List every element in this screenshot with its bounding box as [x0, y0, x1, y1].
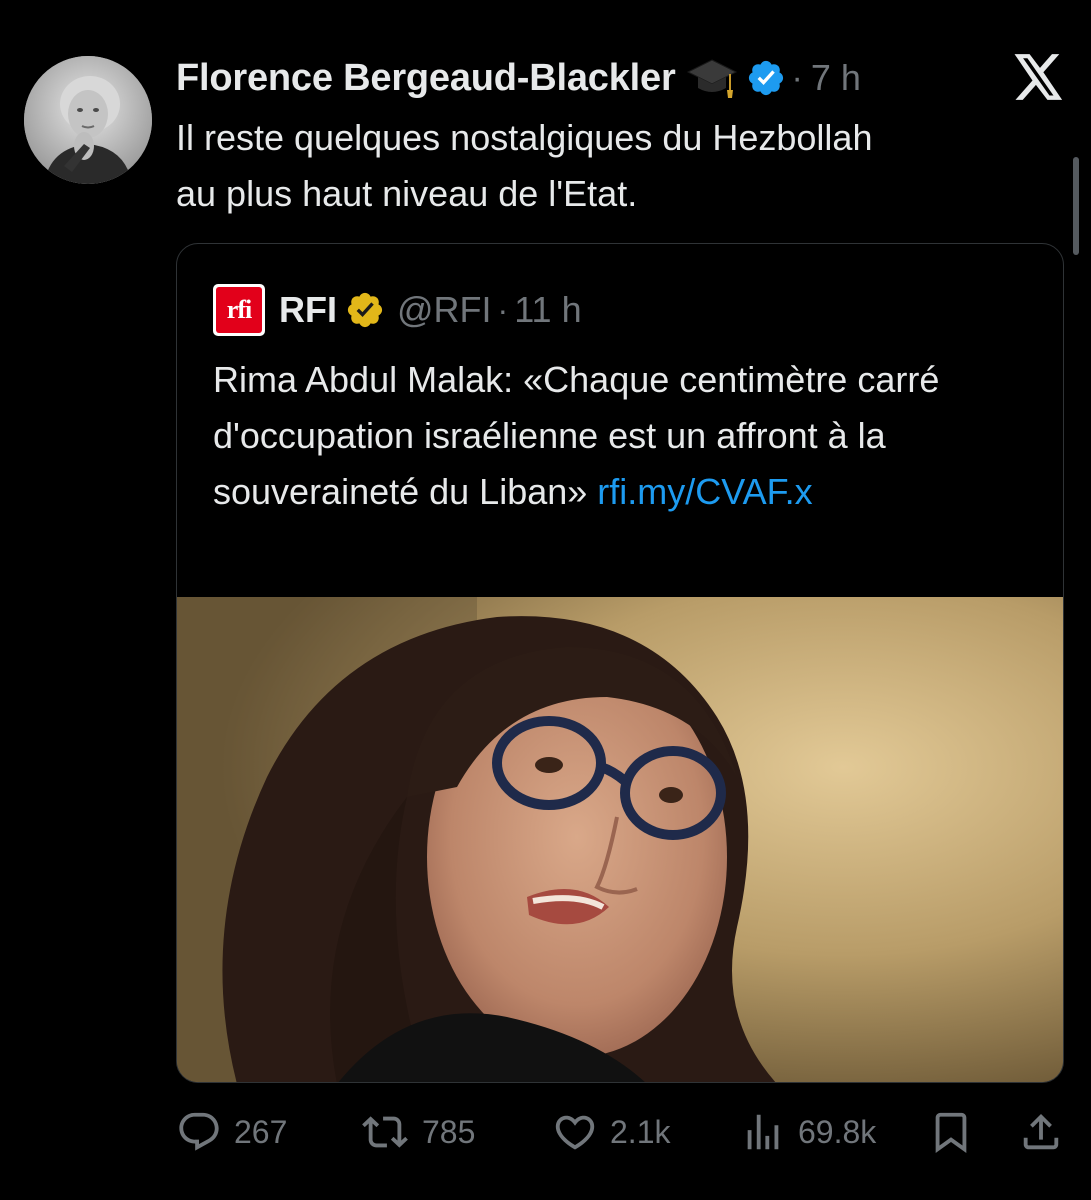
- rfi-avatar[interactable]: rfi: [213, 284, 265, 336]
- quoted-author-handle[interactable]: @RFI: [397, 289, 492, 331]
- verified-badge-icon[interactable]: [746, 58, 786, 98]
- bookmark-icon: [928, 1109, 974, 1155]
- repost-button[interactable]: 785: [360, 1104, 475, 1160]
- author-avatar[interactable]: [24, 56, 152, 184]
- reply-button[interactable]: 267: [176, 1104, 287, 1160]
- scrollbar-thumb[interactable]: [1073, 157, 1079, 255]
- author-name[interactable]: Florence Bergeaud-Blackler: [176, 57, 676, 100]
- avatar-portrait: [24, 56, 152, 184]
- post-header: Florence Bergeaud-Blackler · 7 h: [176, 52, 861, 104]
- share-button[interactable]: [1018, 1104, 1064, 1160]
- repost-count: 785: [422, 1113, 476, 1150]
- time-separator: ·: [791, 58, 803, 97]
- gold-verified-badge-icon[interactable]: [345, 290, 385, 330]
- like-button[interactable]: 2.1k: [552, 1104, 670, 1160]
- quoted-time-separator: ·: [497, 291, 509, 328]
- x-logo-icon: [1014, 54, 1064, 100]
- views-count: 69.8k: [798, 1113, 877, 1150]
- quoted-text-body: Rima Abdul Malak: «Chaque centimètre car…: [213, 359, 940, 512]
- tweet-screen: Florence Bergeaud-Blackler · 7 h Il rest…: [0, 0, 1091, 1200]
- views-icon: [740, 1109, 786, 1155]
- reply-icon: [176, 1109, 222, 1155]
- repost-icon: [360, 1109, 410, 1155]
- action-bar: 267 785 2.1k 69.8k: [0, 1104, 1091, 1160]
- quoted-tweet-card[interactable]: rfi RFI @RFI · 11 h Rima Abdul Malak: «C…: [176, 243, 1064, 1083]
- like-count: 2.1k: [610, 1113, 671, 1150]
- portrait-photo: [177, 597, 1063, 1082]
- quoted-tweet-link[interactable]: rfi.my/CVAF.x: [597, 471, 812, 512]
- quoted-tweet-text: Rima Abdul Malak: «Chaque centimètre car…: [213, 352, 1043, 520]
- views-button[interactable]: 69.8k: [740, 1104, 876, 1160]
- post-time[interactable]: 7 h: [811, 57, 861, 99]
- like-icon: [552, 1109, 598, 1155]
- bookmark-button[interactable]: [928, 1104, 974, 1160]
- graduation-cap-icon: [686, 56, 738, 100]
- quoted-post-time[interactable]: 11 h: [514, 289, 581, 331]
- quoted-tweet-header: rfi RFI @RFI · 11 h: [213, 284, 582, 336]
- rfi-logo-text: rfi: [216, 287, 262, 333]
- quoted-tweet-photo[interactable]: [177, 597, 1063, 1082]
- share-icon: [1018, 1109, 1064, 1155]
- reply-count: 267: [234, 1113, 288, 1150]
- post-text: Il reste quelques nostalgiques du Hezbol…: [176, 117, 873, 214]
- quoted-author-name[interactable]: RFI: [279, 289, 337, 331]
